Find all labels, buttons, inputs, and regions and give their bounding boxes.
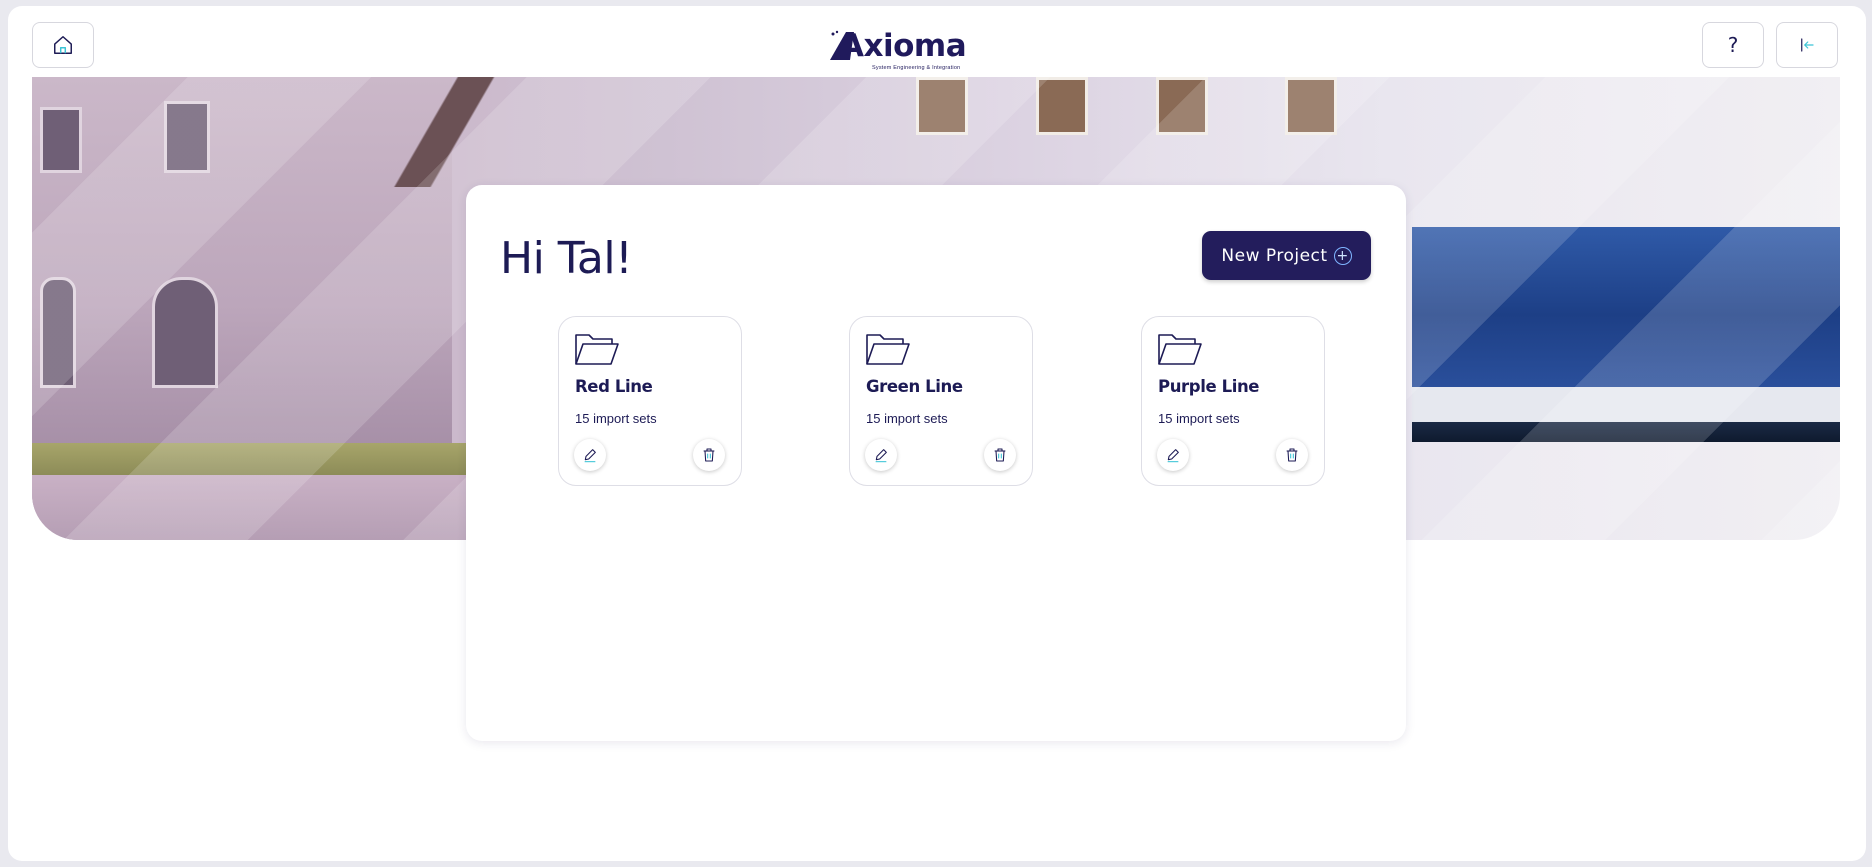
project-card-red-line[interactable]: Red Line 15 import sets [558,316,742,486]
project-import-count: 15 import sets [866,411,948,426]
help-icon: ? [1727,33,1739,57]
folder-icon [575,334,619,365]
project-import-count: 15 import sets [575,411,657,426]
project-card-purple-line[interactable]: Purple Line 15 import sets [1141,316,1325,486]
project-name: Red Line [575,377,653,396]
app-window: Axioma System Engineering & Integration … [8,6,1866,861]
logout-icon [1801,38,1814,52]
help-button[interactable]: ? [1702,22,1764,68]
project-card-green-line[interactable]: Green Line 15 import sets [849,316,1033,486]
delete-project-button[interactable] [693,439,725,471]
new-project-button[interactable]: New Project + [1202,231,1371,280]
pencil-icon [584,449,596,463]
trash-icon [703,448,715,462]
edit-project-button[interactable] [1157,439,1189,471]
edit-project-button[interactable] [574,439,606,471]
project-name: Purple Line [1158,377,1260,396]
edit-project-button[interactable] [865,439,897,471]
logo-tagline: System Engineering & Integration [872,65,961,71]
delete-project-button[interactable] [1276,439,1308,471]
plus-circle-icon: + [1333,246,1352,265]
pencil-icon [1167,449,1179,463]
trash-icon [994,448,1006,462]
folder-icon [866,334,910,365]
trash-icon [1286,448,1298,462]
projects-panel: Hi Tal! New Project + Red Line 15 import… [466,185,1406,741]
project-name: Green Line [866,377,963,396]
logo-wordmark: Axioma [840,28,967,64]
pencil-icon [875,449,887,463]
project-import-count: 15 import sets [1158,411,1240,426]
home-icon [54,36,72,54]
home-button[interactable] [32,22,94,68]
delete-project-button[interactable] [984,439,1016,471]
greeting-title: Hi Tal! [500,233,633,284]
new-project-label: New Project [1221,245,1328,266]
axioma-logo: Axioma System Engineering & Integration [828,28,978,74]
folder-icon [1158,334,1202,365]
logout-button[interactable] [1776,22,1838,68]
